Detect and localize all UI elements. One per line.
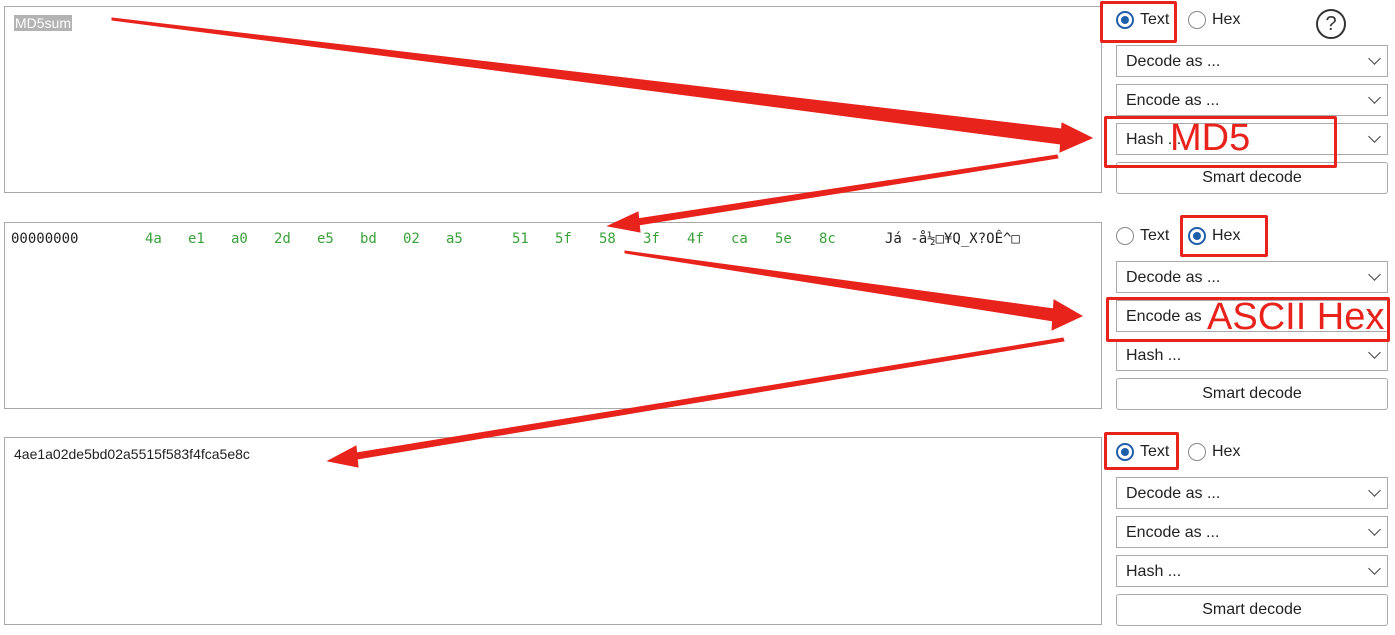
hex-byte: e1 bbox=[188, 231, 205, 247]
chevron-down-icon bbox=[1368, 130, 1381, 143]
chevron-down-icon bbox=[1368, 91, 1381, 104]
radio-unselected-icon bbox=[1116, 227, 1134, 245]
hex-byte: a0 bbox=[231, 231, 248, 247]
output-panel-3[interactable]: 4ae1a02de5bd02a5515f583f4fca5e8c bbox=[4, 437, 1102, 625]
hex-byte: 4a bbox=[145, 231, 162, 247]
hex-byte: a5 bbox=[446, 231, 463, 247]
chevron-down-icon bbox=[1368, 346, 1381, 359]
hex-byte: 8c bbox=[819, 231, 836, 247]
chevron-down-icon bbox=[1368, 562, 1381, 575]
hex-byte: 3f bbox=[643, 231, 660, 247]
hex-byte: bd bbox=[360, 231, 377, 247]
smart-decode-button-3[interactable]: Smart decode bbox=[1116, 594, 1388, 626]
radio-unselected-icon bbox=[1188, 443, 1206, 461]
radio-hex-1[interactable]: Hex bbox=[1188, 10, 1240, 30]
radio-hex-3[interactable]: Hex bbox=[1188, 442, 1240, 462]
hex-byte: 51 bbox=[512, 231, 529, 247]
annotation-ascii-hex: ASCII Hex bbox=[1207, 296, 1385, 338]
hex-byte: 58 bbox=[599, 231, 616, 247]
encode-dropdown-3[interactable]: Encode as ... bbox=[1116, 516, 1388, 548]
encode-dropdown-1[interactable]: Encode as ... bbox=[1116, 84, 1388, 116]
hex-byte: 02 bbox=[403, 231, 420, 247]
hash-dropdown-3[interactable]: Hash ... bbox=[1116, 555, 1388, 587]
hex-byte: 4f bbox=[687, 231, 704, 247]
panel-1-text: MD5sum bbox=[14, 15, 73, 31]
chevron-down-icon bbox=[1368, 268, 1381, 281]
input-panel-1[interactable]: MD5sum bbox=[4, 6, 1102, 193]
highlight-text-radio-1 bbox=[1100, 1, 1177, 43]
hex-byte: 5f bbox=[555, 231, 572, 247]
smart-decode-button-2[interactable]: Smart decode bbox=[1116, 378, 1388, 410]
annotation-md5: MD5 bbox=[1170, 117, 1251, 159]
decode-dropdown-2[interactable]: Decode as ... bbox=[1116, 261, 1388, 293]
highlight-hex-radio-2 bbox=[1180, 215, 1268, 257]
hex-byte: 5e bbox=[775, 231, 792, 247]
chevron-down-icon bbox=[1368, 484, 1381, 497]
hex-ascii: Já -å½□¥Q_X?OÊ^□ bbox=[885, 231, 1020, 247]
decode-dropdown-1[interactable]: Decode as ... bbox=[1116, 45, 1388, 77]
decode-dropdown-3[interactable]: Decode as ... bbox=[1116, 477, 1388, 509]
panel-3-text: 4ae1a02de5bd02a5515f583f4fca5e8c bbox=[14, 446, 250, 462]
highlight-text-radio-3 bbox=[1104, 432, 1179, 470]
chevron-down-icon bbox=[1368, 52, 1381, 65]
help-icon[interactable]: ? bbox=[1316, 9, 1346, 39]
hex-byte: 2d bbox=[274, 231, 291, 247]
chevron-down-icon bbox=[1368, 523, 1381, 536]
radio-unselected-icon bbox=[1188, 11, 1206, 29]
hex-offset: 00000000 bbox=[11, 231, 79, 247]
hash-dropdown-2[interactable]: Hash ... bbox=[1116, 339, 1388, 371]
radio-text-2[interactable]: Text bbox=[1116, 226, 1169, 246]
hex-byte: ca bbox=[731, 231, 748, 247]
hex-byte: e5 bbox=[317, 231, 334, 247]
hex-panel-2[interactable]: 00000000 4a e1 a0 2d e5 bd 02 a5 51 5f 5… bbox=[4, 222, 1102, 409]
